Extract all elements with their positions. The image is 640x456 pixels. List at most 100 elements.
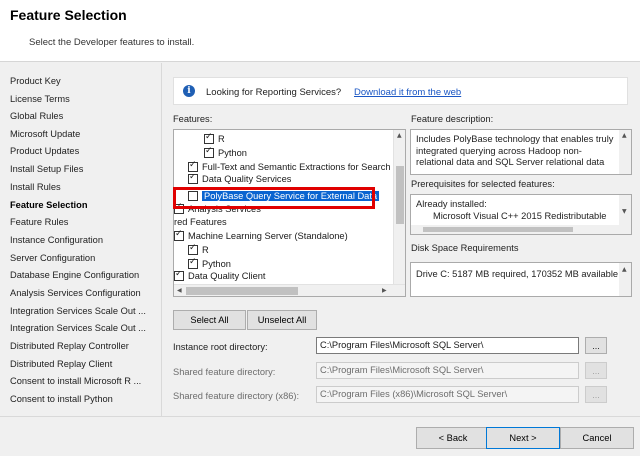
sidebar-item-consent-python[interactable]: Consent to install Python bbox=[10, 394, 113, 404]
shared-feature-dir-input[interactable]: C:\Program Files\Microsoft SQL Server\ bbox=[316, 362, 579, 379]
scroll-up-icon[interactable]: ▲ bbox=[397, 132, 402, 139]
feature-label: R bbox=[218, 134, 225, 144]
cancel-button[interactable]: Cancel bbox=[560, 427, 634, 449]
disk-space-label: Disk Space Requirements bbox=[411, 243, 519, 253]
feature-label: Analysis Services bbox=[188, 203, 261, 214]
feature-row-polybase[interactable]: PolyBase Query Service for External Data bbox=[188, 189, 380, 203]
sidebar-item-distributed-replay-controller[interactable]: Distributed Replay Controller bbox=[10, 341, 129, 351]
next-button[interactable]: Next > bbox=[486, 427, 560, 449]
disk-space-text: Drive C: 5187 MB required, 170352 MB ava… bbox=[416, 269, 619, 279]
feature-row[interactable]: Full-Text and Semantic Extractions for S… bbox=[188, 160, 391, 174]
sidebar-item-consent-microsoft-r[interactable]: Consent to install Microsoft R ... bbox=[10, 376, 141, 386]
feature-description-box: Includes PolyBase technology that enable… bbox=[410, 129, 632, 175]
info-bar: i Looking for Reporting Services? Downlo… bbox=[173, 77, 628, 105]
sidebar-item-analysis-services-configuration[interactable]: Analysis Services Configuration bbox=[10, 288, 141, 298]
sidebar: Product Key License Terms Global Rules M… bbox=[0, 63, 162, 416]
sidebar-item-product-updates[interactable]: Product Updates bbox=[10, 146, 79, 156]
feature-label: Python bbox=[202, 259, 231, 269]
checkbox[interactable] bbox=[188, 160, 198, 172]
shared-feature-dir-label: Shared feature directory: bbox=[173, 367, 276, 377]
feature-description-text: Includes PolyBase technology that enable… bbox=[416, 134, 614, 167]
feature-row[interactable]: Python bbox=[188, 257, 231, 271]
scroll-down-icon[interactable]: ▼ bbox=[622, 208, 627, 215]
shared-feature-dir-x86-browse-button[interactable]: ... bbox=[585, 386, 607, 403]
scroll-up-icon[interactable]: ▲ bbox=[622, 132, 627, 139]
sidebar-item-license-terms[interactable]: License Terms bbox=[10, 94, 70, 104]
scroll-up-icon[interactable]: ▲ bbox=[622, 266, 627, 273]
feature-label: PolyBase Query Service for External Data bbox=[202, 191, 380, 201]
scroll-thumb[interactable] bbox=[423, 227, 573, 232]
feature-label: Python bbox=[218, 148, 247, 158]
unselect-all-button[interactable]: Unselect All bbox=[247, 310, 317, 330]
page-subtitle: Select the Developer features to install… bbox=[29, 37, 195, 48]
features-label: Features: bbox=[173, 114, 213, 124]
feature-row[interactable]: Data Quality Client bbox=[174, 271, 266, 281]
back-button[interactable]: < Back bbox=[416, 427, 490, 449]
checkbox[interactable] bbox=[188, 174, 198, 184]
sidebar-item-integration-services-scale-out-1[interactable]: Integration Services Scale Out ... bbox=[10, 306, 146, 316]
feature-row[interactable]: Data Quality Services bbox=[188, 174, 291, 184]
features-horizontal-scrollbar[interactable]: ◀ ▶ bbox=[174, 284, 405, 296]
feature-row[interactable]: R bbox=[204, 132, 225, 146]
sidebar-item-global-rules[interactable]: Global Rules bbox=[10, 111, 63, 121]
sidebar-item-product-key[interactable]: Product Key bbox=[10, 76, 61, 86]
checkbox[interactable] bbox=[188, 191, 198, 201]
scroll-left-icon[interactable]: ◀ bbox=[177, 287, 182, 294]
prerequisites-box: Already installed: Microsoft Visual C++ … bbox=[410, 194, 632, 235]
feature-description-label: Feature description: bbox=[411, 114, 494, 124]
prerequisites-label: Prerequisites for selected features: bbox=[411, 179, 555, 189]
disk-scrollbar[interactable]: ▲ bbox=[619, 263, 631, 296]
checkbox[interactable] bbox=[188, 243, 198, 255]
instance-root-browse-button[interactable]: ... bbox=[585, 337, 607, 354]
info-icon: i bbox=[183, 85, 195, 97]
feature-label: Data Quality Client bbox=[188, 271, 266, 281]
features-tree[interactable]: R Python Full-Text and Semantic Extracti… bbox=[173, 129, 406, 297]
sidebar-item-distributed-replay-client[interactable]: Distributed Replay Client bbox=[10, 359, 112, 369]
checkbox[interactable] bbox=[204, 146, 214, 158]
prereq-item: Microsoft Visual C++ 2015 Redistributabl… bbox=[433, 211, 607, 221]
sidebar-item-integration-services-scale-out-2[interactable]: Integration Services Scale Out ... bbox=[10, 323, 146, 333]
sidebar-item-feature-rules[interactable]: Feature Rules bbox=[10, 217, 68, 227]
sidebar-item-instance-configuration[interactable]: Instance Configuration bbox=[10, 235, 103, 245]
instance-root-label: Instance root directory: bbox=[173, 342, 268, 352]
checkbox[interactable] bbox=[174, 203, 184, 214]
sidebar-item-server-configuration[interactable]: Server Configuration bbox=[10, 253, 95, 263]
feature-row[interactable]: Python bbox=[204, 146, 247, 160]
sidebar-item-microsoft-update[interactable]: Microsoft Update bbox=[10, 129, 80, 139]
instance-root-input[interactable]: C:\Program Files\Microsoft SQL Server\ bbox=[316, 337, 579, 354]
scroll-right-icon[interactable]: ▶ bbox=[382, 287, 387, 294]
sidebar-item-install-rules[interactable]: Install Rules bbox=[10, 182, 61, 192]
feature-label: Data Quality Services bbox=[202, 174, 292, 184]
feature-row[interactable]: Analysis Services bbox=[174, 203, 261, 214]
feature-row[interactable]: R bbox=[188, 243, 209, 257]
checkbox[interactable] bbox=[174, 229, 184, 241]
feature-row[interactable]: Machine Learning Server (Standalone) bbox=[174, 229, 348, 243]
sidebar-item-feature-selection[interactable]: Feature Selection bbox=[10, 200, 88, 210]
select-all-button[interactable]: Select All bbox=[173, 310, 246, 330]
features-vertical-scrollbar[interactable]: ▲ bbox=[393, 130, 405, 296]
scroll-thumb[interactable] bbox=[186, 287, 298, 295]
prereq-heading: Already installed: bbox=[416, 199, 487, 209]
checkbox[interactable] bbox=[204, 132, 214, 144]
info-text: Looking for Reporting Services? bbox=[206, 87, 342, 98]
shared-feature-dir-x86-label: Shared feature directory (x86): bbox=[173, 391, 300, 401]
prereq-vertical-scrollbar[interactable]: ▼ bbox=[619, 195, 631, 227]
prereq-horizontal-scrollbar[interactable] bbox=[411, 225, 631, 234]
feature-label: Machine Learning Server (Standalone) bbox=[188, 231, 348, 241]
scroll-thumb[interactable] bbox=[396, 166, 404, 224]
checkbox[interactable] bbox=[188, 257, 198, 269]
footer: < Back Next > Cancel bbox=[0, 416, 640, 456]
checkbox[interactable] bbox=[174, 271, 184, 281]
description-scrollbar[interactable]: ▲ bbox=[619, 130, 631, 174]
shared-feature-dir-browse-button[interactable]: ... bbox=[585, 362, 607, 379]
shared-feature-dir-x86-input[interactable]: C:\Program Files (x86)\Microsoft SQL Ser… bbox=[316, 386, 579, 403]
feature-group-label: red Features bbox=[174, 215, 227, 229]
page-title: Feature Selection bbox=[10, 7, 127, 23]
feature-label: Full-Text and Semantic Extractions for S… bbox=[202, 162, 391, 172]
sidebar-item-install-setup-files[interactable]: Install Setup Files bbox=[10, 164, 83, 174]
feature-label: R bbox=[202, 245, 209, 255]
disk-space-box: Drive C: 5187 MB required, 170352 MB ava… bbox=[410, 262, 632, 297]
header: Feature Selection Select the Developer f… bbox=[0, 0, 640, 62]
download-link[interactable]: Download it from the web bbox=[354, 87, 461, 98]
sidebar-item-database-engine-configuration[interactable]: Database Engine Configuration bbox=[10, 270, 139, 280]
